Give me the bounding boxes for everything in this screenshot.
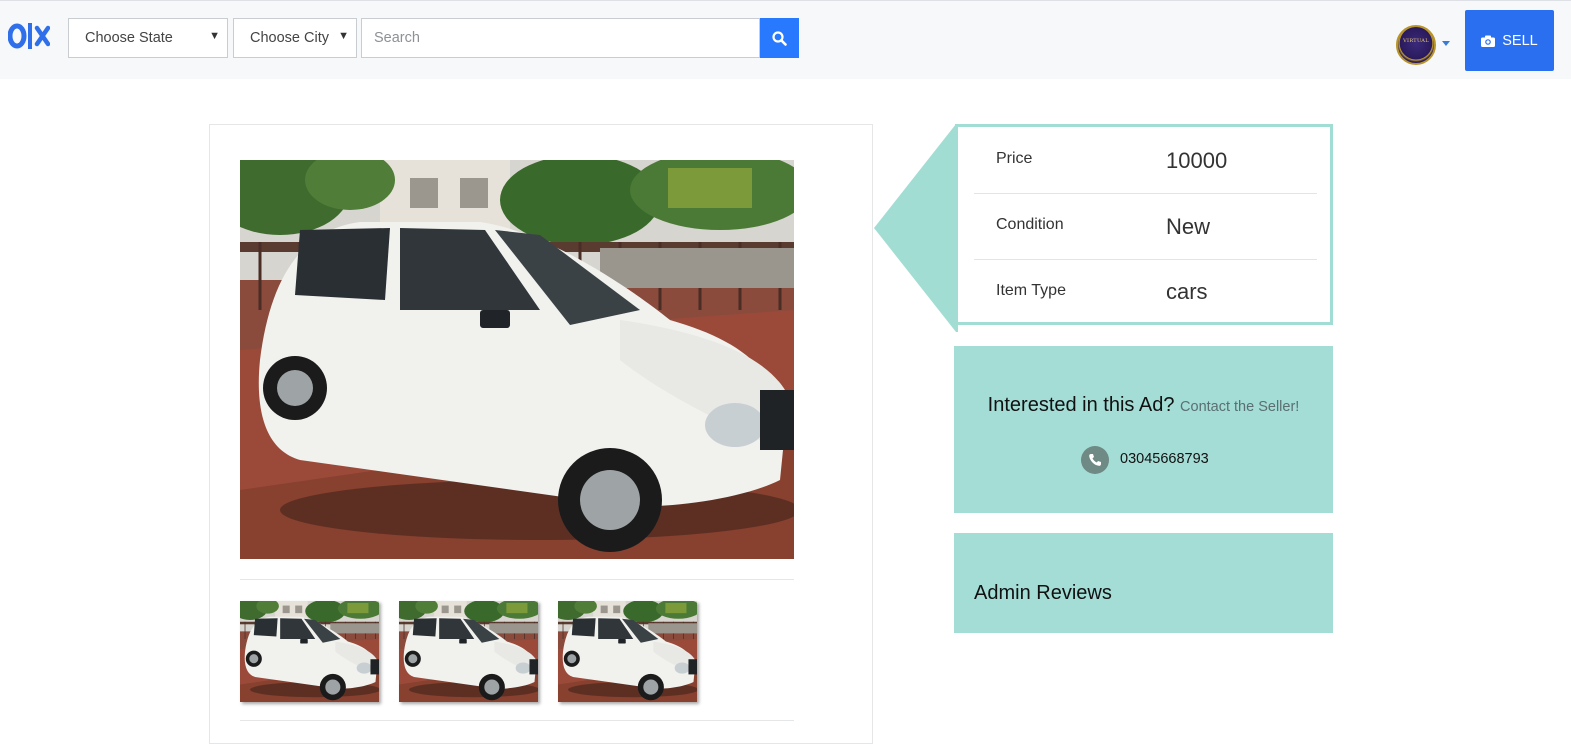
detail-label: Item Type [996,282,1066,299]
admin-reviews-panel: Admin Reviews [954,533,1333,633]
contact-heading: Interested in this Ad? [987,394,1175,416]
search-input[interactable] [361,18,760,58]
search-icon [772,30,787,46]
sell-button[interactable]: SELL [1465,10,1554,71]
detail-row-condition: Condition New [974,193,1317,259]
contact-seller-link[interactable]: Contact the Seller! [1180,399,1299,415]
chevron-down-icon: ▼ [209,30,220,42]
chevron-down-icon[interactable] [1442,41,1450,46]
city-select-value: Choose City [250,30,329,46]
chevron-down-icon: ▼ [338,30,349,42]
thumbnail-1[interactable] [240,601,379,702]
divider [240,579,794,580]
phone-icon [1081,446,1109,474]
divider [240,720,794,721]
city-select[interactable]: Choose City ▼ [233,18,357,58]
detail-row-price: Price 10000 [974,127,1317,193]
avatar-text: VIRTUAL [1403,38,1429,44]
state-select[interactable]: Choose State ▼ [68,18,228,58]
contact-heading-line: Interested in this Ad? Contact the Selle… [954,394,1333,417]
top-navbar: Choose State ▼ Choose City ▼ VIRTUAL SEL… [0,0,1571,79]
details-panel: Price 10000 Condition New Item Type cars [955,124,1333,325]
detail-value: cars [1166,279,1208,304]
detail-value: New [1166,214,1211,239]
detail-row-item-type: Item Type cars [974,259,1317,325]
detail-label: Condition [996,216,1064,233]
sell-label: SELL [1502,32,1538,49]
user-avatar[interactable]: VIRTUAL [1396,25,1436,65]
search-button[interactable] [760,18,799,58]
thumbnail-2[interactable] [399,601,538,702]
details-pointer [874,124,958,332]
olx-logo[interactable] [8,19,50,53]
detail-value: 10000 [1166,148,1228,173]
thumbnail-3[interactable] [558,601,697,702]
detail-label: Price [996,150,1033,167]
main-listing-photo[interactable] [240,160,794,559]
phone-number[interactable]: 03045668793 [1120,451,1209,467]
camera-icon [1481,35,1496,47]
contact-panel: Interested in this Ad? Contact the Selle… [954,346,1333,513]
state-select-value: Choose State [85,30,173,46]
admin-reviews-title: Admin Reviews [974,582,1112,604]
